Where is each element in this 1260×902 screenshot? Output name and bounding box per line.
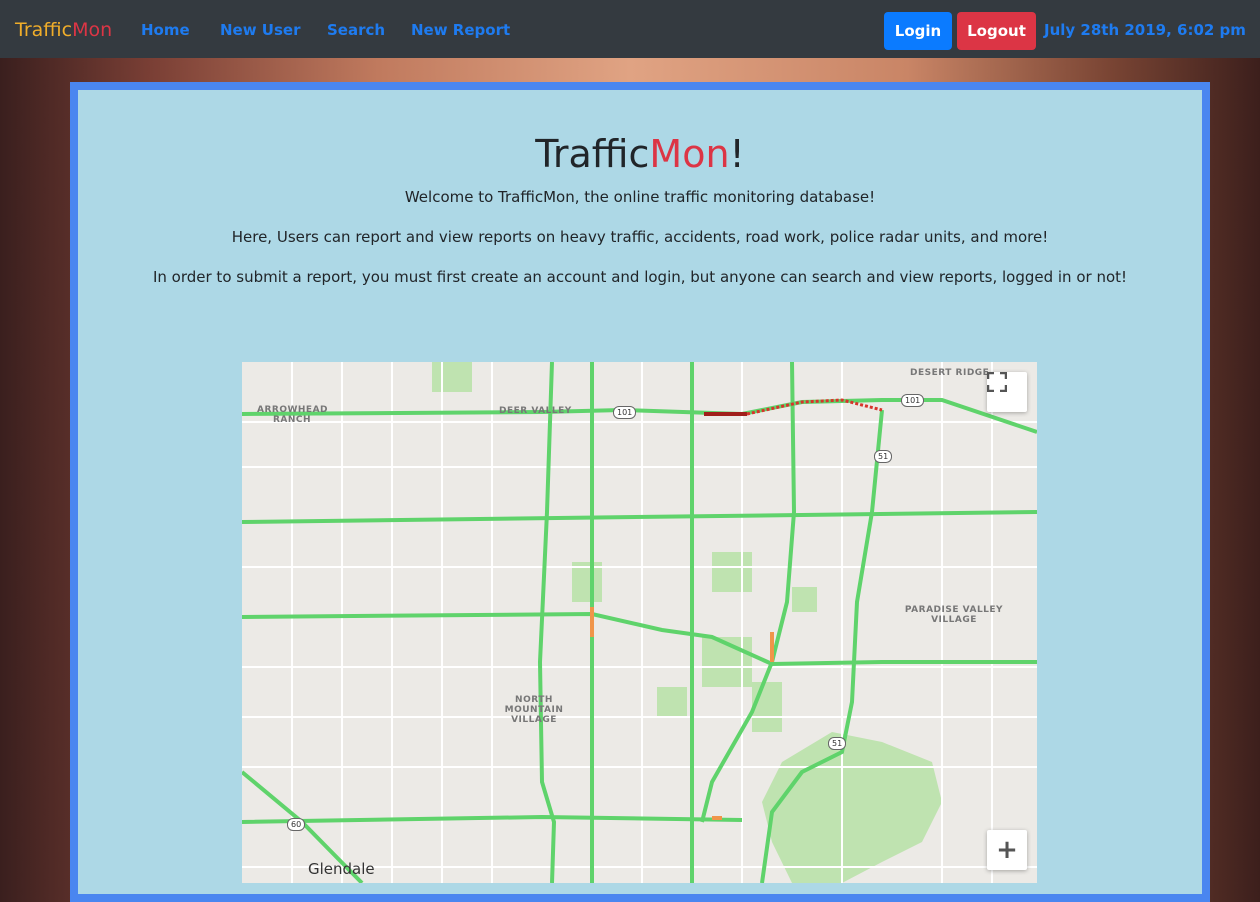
title-part-traffic: Traffic <box>535 132 650 176</box>
hwy-51-shield-south: 51 <box>828 737 847 750</box>
place-north-mountain-village: NORTH MOUNTAIN VILLAGE <box>504 695 564 725</box>
traffic-map[interactable]: DESERT RIDGE ARROWHEAD RANCH DEER VALLEY… <box>242 362 1037 883</box>
place-arrowhead-ranch: ARROWHEAD RANCH <box>257 405 329 425</box>
hwy-51-shield: 51 <box>874 450 893 463</box>
zoom-in-button[interactable]: + <box>987 830 1027 870</box>
page-title: TrafficMon! <box>78 132 1202 176</box>
nav-link-search[interactable]: Search <box>327 21 385 39</box>
fullscreen-button[interactable] <box>987 372 1027 412</box>
place-glendale: Glendale <box>308 860 375 878</box>
title-part-mon: Mon <box>649 132 730 176</box>
brand-part-mon: Mon <box>72 19 113 41</box>
nav-link-new-report[interactable]: New Report <box>411 21 510 39</box>
instructions-text: In order to submit a report, you must fi… <box>152 268 1128 286</box>
place-paradise-valley-village: PARADISE VALLEY VILLAGE <box>904 605 1004 625</box>
title-exclamation: ! <box>729 132 745 176</box>
place-deer-valley: DEER VALLEY <box>499 406 572 416</box>
brand-logo[interactable]: TrafficMon <box>15 19 112 41</box>
zoom-in-icon: + <box>996 835 1018 865</box>
hwy-60-shield: 60 <box>287 818 306 831</box>
hwy-101-shield-east: 101 <box>901 394 925 407</box>
description-text: Here, Users can report and view reports … <box>231 228 1049 246</box>
welcome-text: Welcome to TrafficMon, the online traffi… <box>404 188 876 206</box>
navbar: TrafficMon Home New User Search New Repo… <box>0 0 1260 58</box>
logout-button[interactable]: Logout <box>957 12 1036 50</box>
nav-link-home[interactable]: Home <box>141 21 190 39</box>
hwy-101-shield: 101 <box>613 406 637 419</box>
login-button[interactable]: Login <box>884 12 952 50</box>
map-parks <box>432 362 942 883</box>
place-desert-ridge: DESERT RIDGE <box>910 368 990 378</box>
fullscreen-icon <box>987 372 1007 392</box>
current-datetime: July 28th 2019, 6:02 pm <box>1044 21 1246 39</box>
brand-part-traffic: Traffic <box>15 19 73 41</box>
nav-link-new-user[interactable]: New User <box>220 21 301 39</box>
